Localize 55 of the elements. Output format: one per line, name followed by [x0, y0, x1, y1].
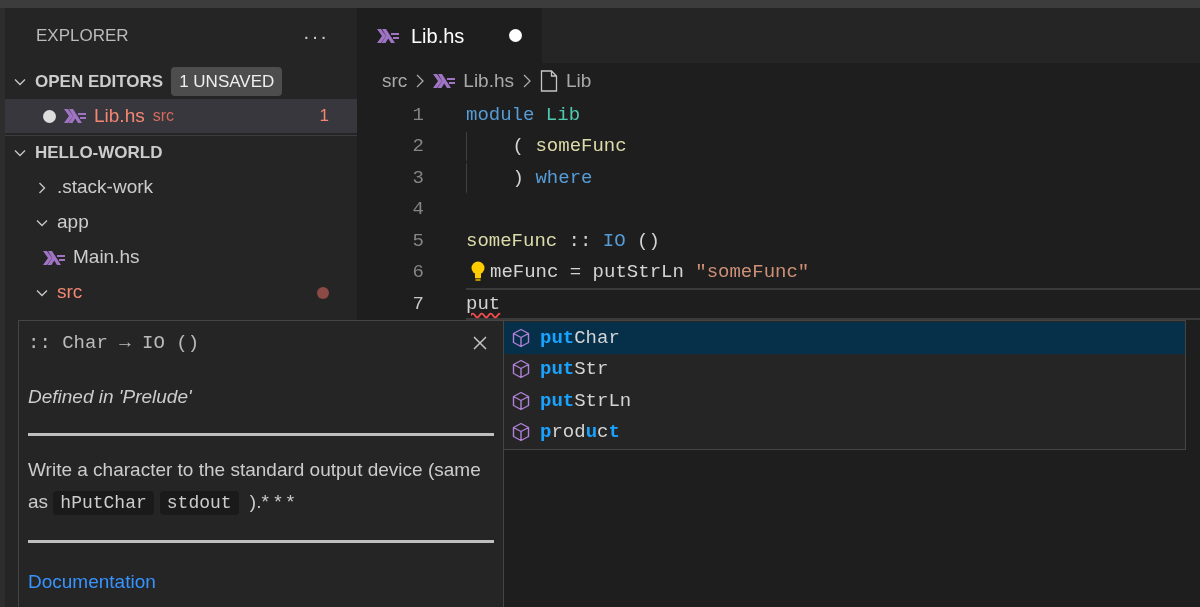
section-header[interactable]: HELLO-WORLD — [5, 136, 357, 170]
code-token: someFunc — [466, 228, 558, 254]
lambda-logo-icon — [64, 109, 86, 123]
code-token: ) — [511, 165, 525, 191]
definition-note: Defined in 'Prelude' — [28, 385, 193, 409]
lightbulb-icon[interactable] — [470, 261, 486, 284]
close-icon — [473, 336, 487, 350]
code-token: someFunc — [535, 134, 627, 159]
code-token: Lib — [544, 102, 581, 128]
breadcrumb-item[interactable]: src — [382, 66, 408, 96]
code-token: module — [466, 102, 535, 128]
lambda-logo-icon — [433, 74, 456, 88]
cube-icon — [511, 422, 531, 443]
chevron-right-icon — [415, 74, 426, 88]
cube-icon — [511, 359, 531, 380]
code-token: IO — [602, 228, 626, 254]
lambda-logo-icon — [43, 250, 65, 265]
line-number: 3 — [411, 165, 424, 191]
line-number: 7 — [411, 291, 424, 317]
file-item[interactable]: Main.hs — [5, 240, 357, 275]
line-number: 5 — [411, 228, 424, 254]
folder-item[interactable]: app — [5, 205, 357, 240]
suggestion-item[interactable]: putChar — [504, 322, 1185, 354]
unsaved-badge: 1 UNSAVED — [171, 66, 283, 97]
type-signature: :: Char → IO () — [28, 330, 200, 356]
suggestion-item[interactable]: putStr — [504, 353, 1185, 385]
section-header[interactable]: OPEN EDITORS 1 UNSAVED — [5, 64, 357, 99]
code-token: where — [535, 165, 593, 191]
file-icon — [540, 70, 559, 92]
documentation-link[interactable]: Documentation — [28, 567, 156, 596]
chevron-right-icon — [522, 74, 533, 88]
lambda-logo-icon — [377, 28, 399, 43]
code-token: meFunc = putStrLn — [490, 260, 685, 285]
sidebar-title: EXPLORER — [36, 25, 129, 48]
folder-item[interactable]: .stack-work — [5, 170, 357, 205]
line-number: 2 — [411, 134, 424, 159]
breadcrumb-item[interactable]: Lib — [566, 66, 592, 96]
open-editor-item[interactable]: Lib.hs src 1 — [5, 99, 357, 133]
code-token: ( — [511, 134, 525, 159]
line-number: 6 — [411, 260, 424, 285]
line-number: 4 — [411, 197, 424, 222]
description-text: Write a character to the standard output device (same as hPutChar stdout ).* * * — [28, 457, 482, 517]
suggestion-item[interactable]: product — [504, 416, 1185, 448]
folder-item[interactable]: src — [5, 275, 357, 310]
breadcrumb-item[interactable]: Lib.hs — [463, 66, 515, 96]
code-token: () — [636, 228, 660, 254]
line-number: 1 — [411, 102, 424, 128]
code-token: put — [466, 291, 501, 317]
code-token: :: — [567, 228, 593, 254]
cube-icon — [511, 327, 531, 348]
more-actions-button[interactable]: ··· — [303, 21, 329, 51]
editor-tab[interactable]: Lib.hs — [357, 8, 542, 63]
code-token: "someFunc" — [695, 260, 810, 285]
cube-icon — [511, 390, 531, 411]
suggestion-item[interactable]: putStrLn — [504, 385, 1185, 417]
